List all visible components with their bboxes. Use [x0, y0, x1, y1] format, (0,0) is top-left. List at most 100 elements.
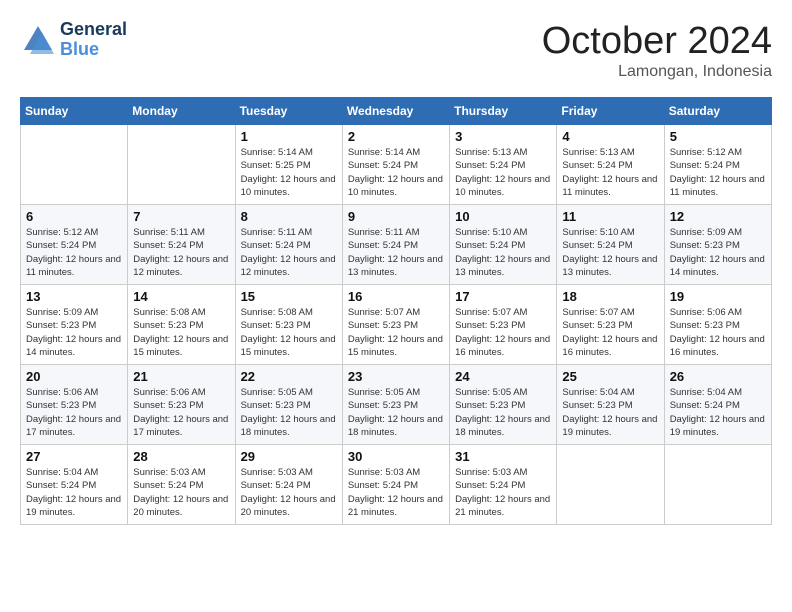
calendar-cell: 18Sunrise: 5:07 AM Sunset: 5:23 PM Dayli…: [557, 285, 664, 365]
day-number: 6: [26, 209, 122, 224]
day-number: 10: [455, 209, 551, 224]
cell-info: Sunrise: 5:05 AM Sunset: 5:23 PM Dayligh…: [348, 386, 444, 439]
week-row-5: 27Sunrise: 5:04 AM Sunset: 5:24 PM Dayli…: [21, 445, 772, 525]
day-number: 2: [348, 129, 444, 144]
calendar-cell: 21 Sunrise: 5:06 AM Sunset: 5:23 PM Dayli…: [128, 365, 235, 445]
week-row-4: 20 Sunrise: 5:06 AM Sunset: 5:23 PM Dayli…: [21, 365, 772, 445]
cell-info: Sunrise: 5:11 AM Sunset: 5:24 PM Dayligh…: [348, 226, 444, 279]
calendar-cell: 29 Sunrise: 5:03 AM Sunset: 5:24 PM Dayli…: [235, 445, 342, 525]
cell-info: Sunrise: 5:06 AM Sunset: 5:23 PM Dayligh…: [26, 386, 122, 439]
week-row-2: 6Sunrise: 5:12 AM Sunset: 5:24 PM Daylig…: [21, 205, 772, 285]
cell-info: Sunrise: 5:09 AM Sunset: 5:23 PM Dayligh…: [670, 226, 766, 279]
calendar-cell: 10 Sunrise: 5:10 AM Sunset: 5:24 PM Dayli…: [450, 205, 557, 285]
calendar-cell: 8Sunrise: 5:11 AM Sunset: 5:24 PM Daylig…: [235, 205, 342, 285]
week-row-3: 13 Sunrise: 5:09 AM Sunset: 5:23 PM Dayli…: [21, 285, 772, 365]
calendar-cell: 25 Sunrise: 5:04 AM Sunset: 5:23 PM Dayli…: [557, 365, 664, 445]
day-number: 12: [670, 209, 766, 224]
cell-info: Sunrise: 5:09 AM Sunset: 5:23 PM Dayligh…: [26, 306, 122, 359]
day-number: 22: [241, 369, 337, 384]
day-number: 21: [133, 369, 229, 384]
cell-info: Sunrise: 5:05 AM Sunset: 5:23 PM Dayligh…: [241, 386, 337, 439]
week-row-1: 1Sunrise: 5:14 AM Sunset: 5:25 PM Daylig…: [21, 125, 772, 205]
weekday-header-thursday: Thursday: [450, 98, 557, 125]
cell-info: Sunrise: 5:08 AM Sunset: 5:23 PM Dayligh…: [133, 306, 229, 359]
day-number: 20: [26, 369, 122, 384]
cell-info: Sunrise: 5:04 AM Sunset: 5:23 PM Dayligh…: [562, 386, 658, 439]
day-number: 4: [562, 129, 658, 144]
logo: General Blue: [20, 20, 127, 60]
calendar-cell: 26 Sunrise: 5:04 AM Sunset: 5:24 PM Dayli…: [664, 365, 771, 445]
calendar-cell: [21, 125, 128, 205]
calendar-cell: 6Sunrise: 5:12 AM Sunset: 5:24 PM Daylig…: [21, 205, 128, 285]
cell-info: Sunrise: 5:07 AM Sunset: 5:23 PM Dayligh…: [348, 306, 444, 359]
logo-text: General Blue: [60, 20, 127, 60]
header-row: SundayMondayTuesdayWednesdayThursdayFrid…: [21, 98, 772, 125]
weekday-header-saturday: Saturday: [664, 98, 771, 125]
day-number: 15: [241, 289, 337, 304]
calendar-cell: 4 Sunrise: 5:13 AM Sunset: 5:24 PM Daylig…: [557, 125, 664, 205]
day-number: 8: [241, 209, 337, 224]
cell-info: Sunrise: 5:04 AM Sunset: 5:24 PM Dayligh…: [670, 386, 766, 439]
day-number: 24: [455, 369, 551, 384]
calendar-cell: 5 Sunrise: 5:12 AM Sunset: 5:24 PM Daylig…: [664, 125, 771, 205]
title-block: October 2024 Lamongan, Indonesia: [542, 20, 772, 81]
calendar-cell: 14 Sunrise: 5:08 AM Sunset: 5:23 PM Dayli…: [128, 285, 235, 365]
calendar-cell: 7 Sunrise: 5:11 AM Sunset: 5:24 PM Daylig…: [128, 205, 235, 285]
day-number: 5: [670, 129, 766, 144]
calendar-cell: 17Sunrise: 5:07 AM Sunset: 5:23 PM Dayli…: [450, 285, 557, 365]
calendar-cell: 1Sunrise: 5:14 AM Sunset: 5:25 PM Daylig…: [235, 125, 342, 205]
day-number: 16: [348, 289, 444, 304]
logo-icon: [20, 22, 56, 58]
calendar-table: SundayMondayTuesdayWednesdayThursdayFrid…: [20, 97, 772, 525]
day-number: 7: [133, 209, 229, 224]
cell-info: Sunrise: 5:03 AM Sunset: 5:24 PM Dayligh…: [348, 466, 444, 519]
day-number: 11: [562, 209, 658, 224]
calendar-cell: 2 Sunrise: 5:14 AM Sunset: 5:24 PM Daylig…: [342, 125, 449, 205]
day-number: 1: [241, 129, 337, 144]
day-number: 19: [670, 289, 766, 304]
cell-info: Sunrise: 5:07 AM Sunset: 5:23 PM Dayligh…: [455, 306, 551, 359]
calendar-cell: 9 Sunrise: 5:11 AM Sunset: 5:24 PM Daylig…: [342, 205, 449, 285]
cell-info: Sunrise: 5:06 AM Sunset: 5:23 PM Dayligh…: [133, 386, 229, 439]
cell-info: Sunrise: 5:03 AM Sunset: 5:24 PM Dayligh…: [241, 466, 337, 519]
day-number: 31: [455, 449, 551, 464]
cell-info: Sunrise: 5:07 AM Sunset: 5:23 PM Dayligh…: [562, 306, 658, 359]
weekday-header-sunday: Sunday: [21, 98, 128, 125]
cell-info: Sunrise: 5:03 AM Sunset: 5:24 PM Dayligh…: [455, 466, 551, 519]
calendar-cell: 31 Sunrise: 5:03 AM Sunset: 5:24 PM Dayli…: [450, 445, 557, 525]
day-number: 23: [348, 369, 444, 384]
calendar-cell: 12 Sunrise: 5:09 AM Sunset: 5:23 PM Dayli…: [664, 205, 771, 285]
weekday-header-monday: Monday: [128, 98, 235, 125]
calendar-cell: 16 Sunrise: 5:07 AM Sunset: 5:23 PM Dayli…: [342, 285, 449, 365]
cell-info: Sunrise: 5:10 AM Sunset: 5:24 PM Dayligh…: [562, 226, 658, 279]
cell-info: Sunrise: 5:13 AM Sunset: 5:24 PM Dayligh…: [562, 146, 658, 199]
cell-info: Sunrise: 5:05 AM Sunset: 5:23 PM Dayligh…: [455, 386, 551, 439]
weekday-header-friday: Friday: [557, 98, 664, 125]
calendar-cell: 23 Sunrise: 5:05 AM Sunset: 5:23 PM Dayli…: [342, 365, 449, 445]
cell-info: Sunrise: 5:08 AM Sunset: 5:23 PM Dayligh…: [241, 306, 337, 359]
day-number: 29: [241, 449, 337, 464]
calendar-cell: 15 Sunrise: 5:08 AM Sunset: 5:23 PM Dayli…: [235, 285, 342, 365]
calendar-cell: 22 Sunrise: 5:05 AM Sunset: 5:23 PM Dayli…: [235, 365, 342, 445]
cell-info: Sunrise: 5:14 AM Sunset: 5:24 PM Dayligh…: [348, 146, 444, 199]
calendar-cell: 11 Sunrise: 5:10 AM Sunset: 5:24 PM Dayli…: [557, 205, 664, 285]
calendar-cell: 28Sunrise: 5:03 AM Sunset: 5:24 PM Dayli…: [128, 445, 235, 525]
cell-info: Sunrise: 5:10 AM Sunset: 5:24 PM Dayligh…: [455, 226, 551, 279]
page-header: General Blue October 2024 Lamongan, Indo…: [20, 20, 772, 81]
day-number: 14: [133, 289, 229, 304]
cell-info: Sunrise: 5:03 AM Sunset: 5:24 PM Dayligh…: [133, 466, 229, 519]
day-number: 27: [26, 449, 122, 464]
cell-info: Sunrise: 5:11 AM Sunset: 5:24 PM Dayligh…: [133, 226, 229, 279]
day-number: 25: [562, 369, 658, 384]
calendar-cell: 30 Sunrise: 5:03 AM Sunset: 5:24 PM Dayli…: [342, 445, 449, 525]
cell-info: Sunrise: 5:12 AM Sunset: 5:24 PM Dayligh…: [670, 146, 766, 199]
calendar-cell: [128, 125, 235, 205]
day-number: 13: [26, 289, 122, 304]
day-number: 26: [670, 369, 766, 384]
month-title: October 2024: [542, 20, 772, 63]
calendar-cell: 3Sunrise: 5:13 AM Sunset: 5:24 PM Daylig…: [450, 125, 557, 205]
location: Lamongan, Indonesia: [542, 63, 772, 81]
day-number: 9: [348, 209, 444, 224]
calendar-cell: 13 Sunrise: 5:09 AM Sunset: 5:23 PM Dayli…: [21, 285, 128, 365]
day-number: 30: [348, 449, 444, 464]
